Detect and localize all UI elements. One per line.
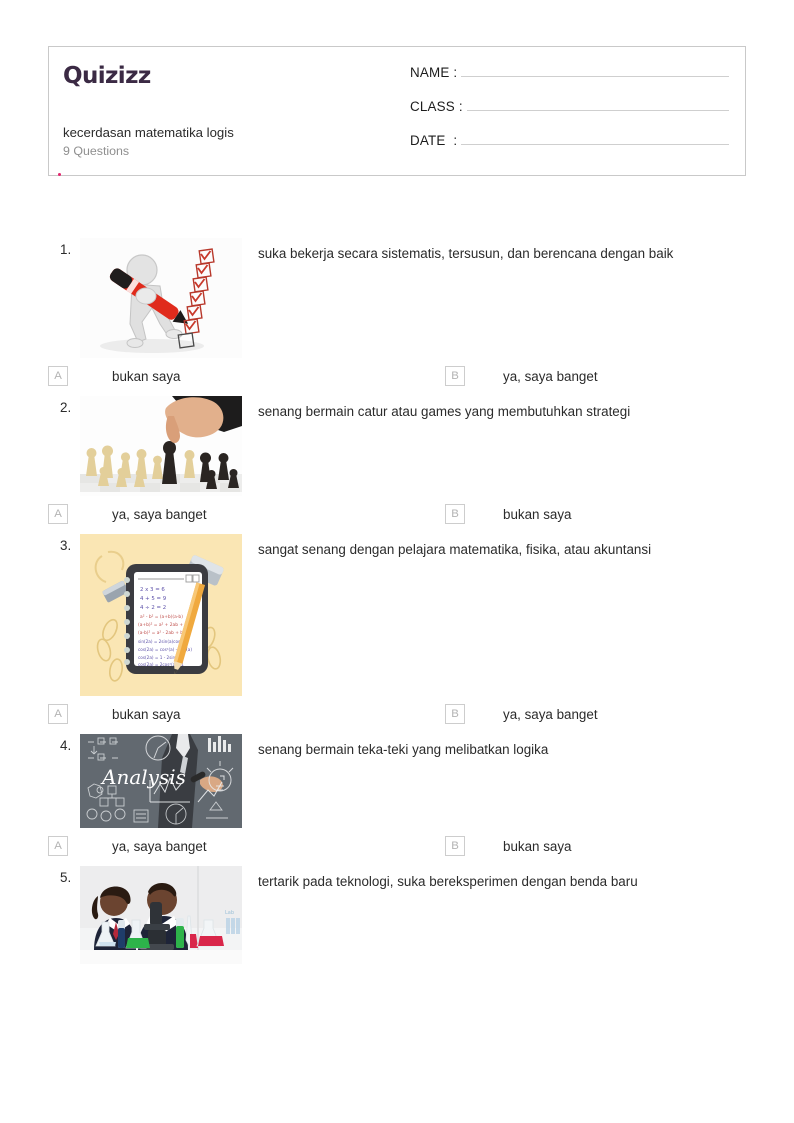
option-b-badge: B xyxy=(445,836,465,856)
question-text: sangat senang dengan pelajara matematika… xyxy=(258,542,652,557)
header-left-panel: Quizizz kecerdasan matematika logis 9 Qu… xyxy=(49,47,404,176)
option-b[interactable]: B bukan saya xyxy=(397,504,746,524)
question-block: 1. suka bekerja secara sistematis, tersu… xyxy=(48,228,746,386)
question-block: 3. 2 x 3 = 6 4 + 5 = 9 4 ÷ 2 = 2 a² - b²… xyxy=(48,524,746,724)
name-field-row: NAME : xyxy=(410,63,729,81)
analysis-blackboard-photo-svg: Analysis xyxy=(80,734,242,828)
option-a-label: ya, saya banget xyxy=(112,506,207,522)
option-a-badge: A xyxy=(48,836,68,856)
option-a[interactable]: A ya, saya banget xyxy=(48,836,397,856)
name-field-label: NAME : xyxy=(410,65,458,80)
svg-text:2 x 3 = 6: 2 x 3 = 6 xyxy=(140,587,165,593)
class-field-label: CLASS : xyxy=(410,99,463,114)
question-body: 5. Lab tertarik pada teknologi, suka ber… xyxy=(48,856,746,964)
question-block: 4. Analysis senang bermain teka-teki yan… xyxy=(48,724,746,856)
option-a-label: bukan saya xyxy=(112,706,181,722)
question-options: A ya, saya banget B bukan saya xyxy=(48,836,746,856)
svg-text:Analysis: Analysis xyxy=(100,765,186,789)
option-a-label: ya, saya banget xyxy=(112,838,207,854)
question-body: 4. Analysis senang bermain teka-teki yan… xyxy=(48,724,746,828)
worksheet-page: Quizizz kecerdasan matematika logis 9 Qu… xyxy=(0,0,794,1123)
class-field-input[interactable] xyxy=(466,97,729,111)
date-field-row: DATE : xyxy=(410,131,729,149)
option-a[interactable]: A ya, saya banget xyxy=(48,504,397,524)
checklist-illustration xyxy=(80,238,242,358)
chess-photo-svg xyxy=(80,396,242,496)
quiz-question-count: 9 Questions xyxy=(63,143,130,158)
option-b-label: bukan saya xyxy=(503,838,572,854)
quiz-title: kecerdasan matematika logis xyxy=(63,125,234,140)
quizizz-logo-dot-icon xyxy=(58,172,62,176)
question-block: 2. senang bermain catur atau games yang … xyxy=(48,386,746,524)
student-info-fields: NAME : CLASS : DATE : xyxy=(404,47,745,175)
science-kids-photo-svg: Lab xyxy=(80,866,242,964)
option-b[interactable]: B bukan saya xyxy=(397,836,746,856)
svg-text:4 ÷ 2 = 2: 4 ÷ 2 = 2 xyxy=(140,605,166,611)
option-b-label: ya, saya banget xyxy=(503,368,598,384)
date-field-label: DATE : xyxy=(410,133,458,148)
checklist-illustration-svg xyxy=(80,238,242,358)
option-b-label: bukan saya xyxy=(503,506,572,522)
question-text: senang bermain catur atau games yang mem… xyxy=(258,404,631,419)
question-text: senang bermain teka-teki yang melibatkan… xyxy=(258,742,549,757)
question-text: tertarik pada teknologi, suka bereksperi… xyxy=(258,874,638,889)
question-options: A bukan saya B ya, saya banget xyxy=(48,366,746,386)
class-field-row: CLASS : xyxy=(410,97,729,115)
svg-text:4 + 5 = 9: 4 + 5 = 9 xyxy=(140,596,167,602)
option-b-badge: B xyxy=(445,704,465,724)
worksheet-header: Quizizz kecerdasan matematika logis 9 Qu… xyxy=(48,46,746,176)
option-a-badge: A xyxy=(48,504,68,524)
questions-list: 1. suka bekerja secara sistematis, tersu… xyxy=(48,228,746,964)
math-notebook-illustration-svg: 2 x 3 = 6 4 + 5 = 9 4 ÷ 2 = 2 a² - b² = … xyxy=(80,534,242,696)
question-body: 1. suka bekerja secara sistematis, tersu… xyxy=(48,228,746,358)
option-b-badge: B xyxy=(445,504,465,524)
svg-text:(a-b)² = a² - 2ab + b²: (a-b)² = a² - 2ab + b² xyxy=(138,630,185,636)
quizizz-logo: Quizizz xyxy=(58,61,404,176)
analysis-blackboard-photo: Analysis xyxy=(80,734,242,828)
option-b-badge: B xyxy=(445,366,465,386)
option-a-badge: A xyxy=(48,366,68,386)
question-number: 2. xyxy=(60,400,72,415)
question-body: 3. 2 x 3 = 6 4 + 5 = 9 4 ÷ 2 = 2 a² - b²… xyxy=(48,524,746,696)
option-b[interactable]: B ya, saya banget xyxy=(397,704,746,724)
question-number: 3. xyxy=(60,538,72,553)
question-options: A ya, saya banget B bukan saya xyxy=(48,504,746,524)
option-a[interactable]: A bukan saya xyxy=(48,366,397,386)
quizizz-logo-text: Quizizz xyxy=(63,62,151,89)
option-b-label: ya, saya banget xyxy=(503,706,598,722)
option-a-badge: A xyxy=(48,704,68,724)
option-a-label: bukan saya xyxy=(112,368,181,384)
svg-text:a² - b² = (a+b)(a-b): a² - b² = (a+b)(a-b) xyxy=(140,614,183,620)
question-options: A bukan saya B ya, saya banget xyxy=(48,704,746,724)
chess-photo xyxy=(80,396,242,496)
quiz-meta: kecerdasan matematika logis 9 Questions xyxy=(63,125,404,175)
question-number: 1. xyxy=(60,242,72,257)
option-b[interactable]: B ya, saya banget xyxy=(397,366,746,386)
option-a[interactable]: A bukan saya xyxy=(48,704,397,724)
question-number: 5. xyxy=(60,870,72,885)
name-field-input[interactable] xyxy=(461,63,729,77)
question-number: 4. xyxy=(60,738,72,753)
question-block: 5. Lab tertarik pada teknologi, suka ber… xyxy=(48,856,746,964)
question-body: 2. senang bermain catur atau games yang … xyxy=(48,386,746,496)
date-field-input[interactable] xyxy=(461,131,729,145)
svg-text:(a+b)² = a² + 2ab + b²: (a+b)² = a² + 2ab + b² xyxy=(138,622,189,628)
math-notebook-illustration: 2 x 3 = 6 4 + 5 = 9 4 ÷ 2 = 2 a² - b² = … xyxy=(80,534,242,696)
svg-text:Lab: Lab xyxy=(225,910,234,916)
question-text: suka bekerja secara sistematis, tersusun… xyxy=(258,246,674,261)
science-kids-photo: Lab xyxy=(80,866,242,964)
